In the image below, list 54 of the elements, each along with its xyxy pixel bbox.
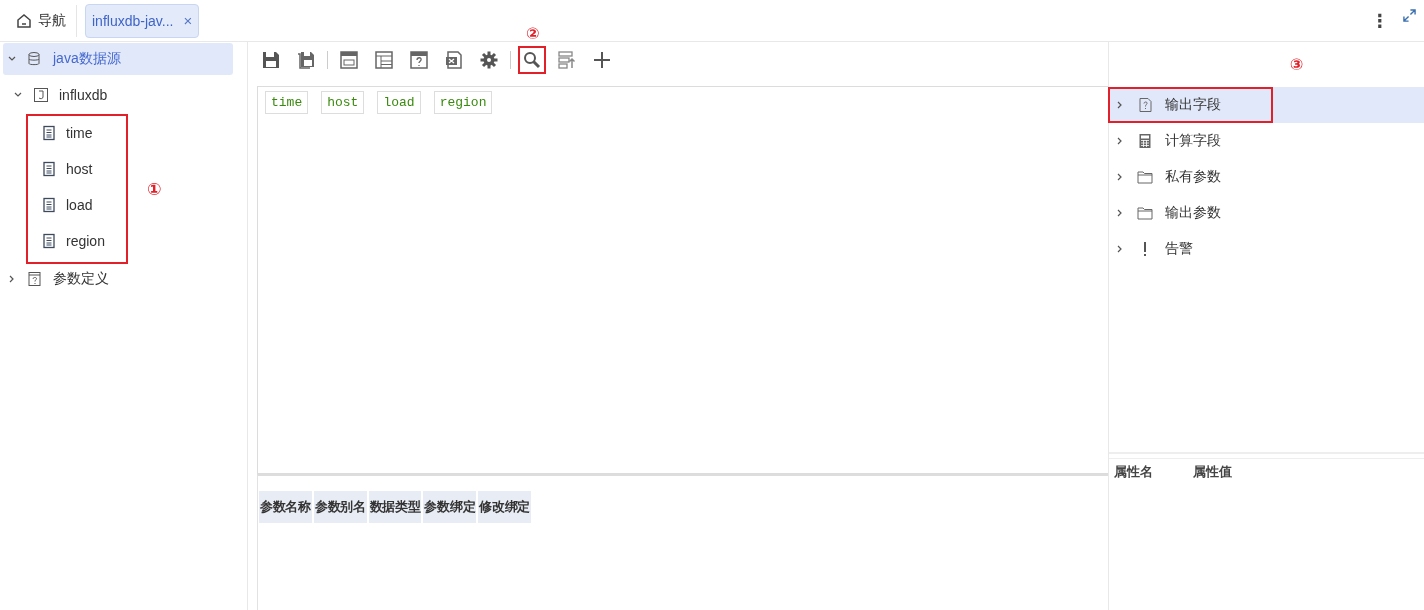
calculator-icon (1137, 133, 1153, 149)
folder-icon (1137, 205, 1153, 221)
search-icon (522, 50, 542, 70)
query-icon (1137, 97, 1153, 113)
close-icon[interactable]: × (183, 12, 193, 29)
annotation-marker: ② (526, 24, 540, 43)
folder-icon (1137, 169, 1153, 185)
query-icon (27, 271, 43, 287)
more-icon[interactable]: ⋮ (1371, 9, 1389, 32)
column-header: 参数名称 (259, 491, 312, 523)
java-file-icon (33, 87, 49, 103)
field-item[interactable]: time (27, 117, 127, 149)
tree-item[interactable]: 参数定义 (3, 263, 233, 295)
column-header: 参数别名 (313, 491, 367, 523)
tree-item[interactable]: influxdb (3, 79, 233, 111)
query-icon (409, 50, 429, 70)
save-as-icon (296, 50, 316, 70)
tab[interactable]: 导航 (0, 4, 77, 37)
field-chip[interactable]: time (265, 91, 309, 114)
tree-item[interactable]: 告警 (1109, 231, 1424, 267)
field-item[interactable]: region (27, 225, 127, 257)
table-icon (374, 50, 394, 70)
tab[interactable]: influxdb-jav... × (85, 3, 200, 38)
tree-item[interactable]: 输出参数 (1109, 195, 1424, 231)
column-header: 属性值 (1193, 463, 1232, 481)
tree-item[interactable]: java数据源 (3, 43, 233, 75)
annotation-marker: ① (147, 178, 162, 200)
document-icon (41, 125, 57, 141)
highlight-frame: 输出字段 (1110, 89, 1271, 121)
tree-item[interactable]: 计算字段 (1109, 123, 1424, 159)
field-item[interactable]: load (27, 189, 127, 221)
column-header: 数据类型 (368, 491, 422, 523)
settings-icon (479, 50, 499, 70)
sort-icon (557, 50, 577, 70)
excel-icon (444, 50, 464, 70)
field-chip[interactable]: region (433, 91, 493, 114)
layout-icon (339, 50, 359, 70)
tree-item[interactable]: 输出字段 (1109, 87, 1424, 123)
document-icon (41, 197, 57, 213)
field-chip[interactable]: host (321, 91, 365, 114)
database-icon (27, 51, 43, 67)
annotation-marker: ③ (1289, 54, 1304, 74)
save-icon (261, 50, 281, 70)
document-icon (41, 233, 57, 249)
column-header: 参数绑定 (423, 491, 477, 523)
tree-item[interactable]: 私有参数 (1109, 159, 1424, 195)
field-item[interactable]: host (27, 153, 127, 185)
home-icon (16, 12, 32, 29)
field-chip[interactable]: load (377, 91, 421, 114)
expand-icon[interactable] (1403, 9, 1416, 22)
column-header: 修改绑定 (478, 491, 532, 523)
column-header: 属性名 (1114, 463, 1153, 481)
document-icon (41, 161, 57, 177)
plus-icon (592, 50, 612, 70)
